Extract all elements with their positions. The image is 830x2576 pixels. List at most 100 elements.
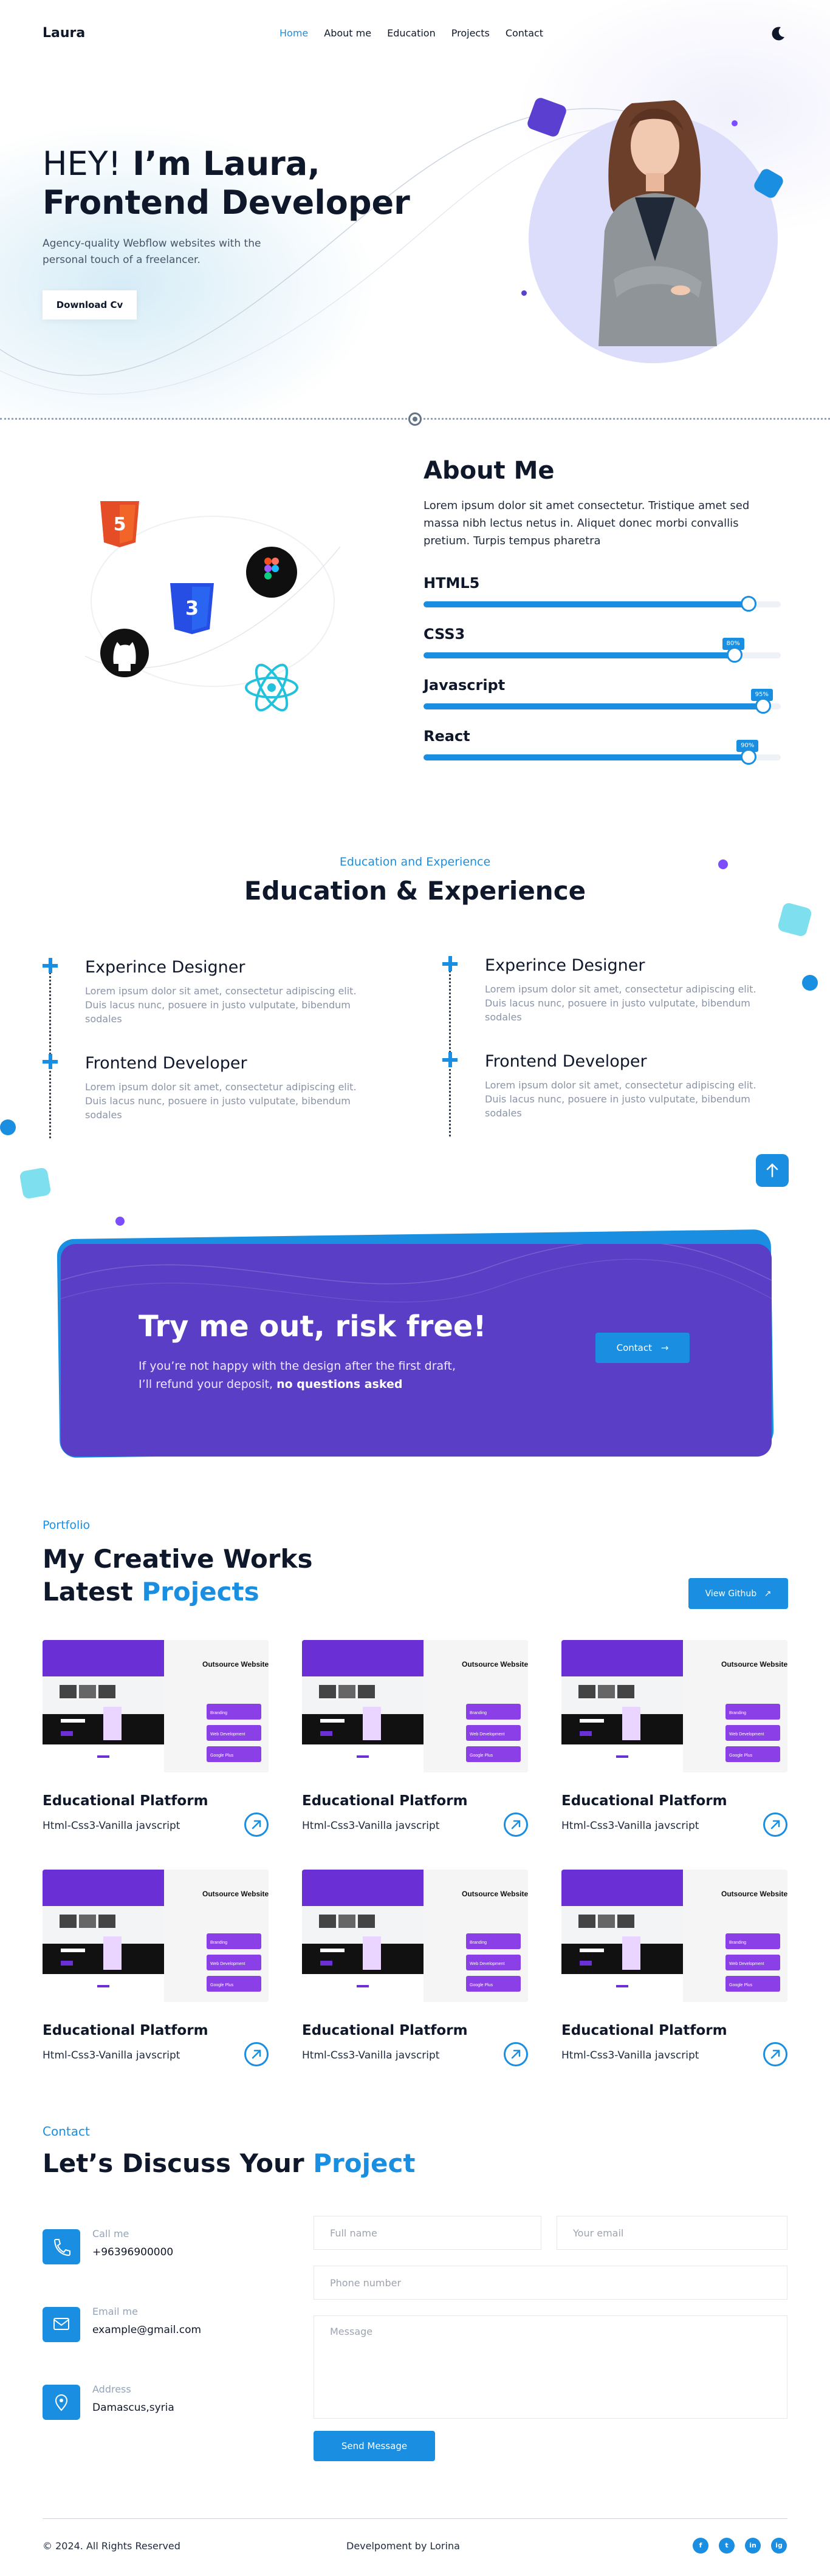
skill-fill — [424, 601, 749, 607]
contact-title: Let’s Discuss Your Project — [43, 2148, 415, 2178]
plus-icon — [442, 1052, 458, 1067]
project-thumbnail[interactable]: Outsource Website Branding Web Developme… — [43, 1870, 269, 2002]
education-item-text: Lorem ipsum dolor sit amet, consectetur … — [85, 985, 357, 1025]
preview-tag: Web Development — [210, 1962, 245, 1966]
nav-link-about[interactable]: About me — [324, 27, 371, 39]
footer-divider — [43, 2518, 787, 2519]
about-text: Lorem ipsum dolor sit amet consectetur. … — [424, 499, 750, 547]
decor-dot — [718, 859, 728, 869]
project-link-button[interactable] — [763, 2042, 787, 2066]
preview-tag: Google Plus — [210, 1754, 234, 1758]
view-github-label: View Github — [705, 1588, 757, 1599]
preview-heading: Outsource Website — [721, 1890, 787, 1898]
project-thumbnail[interactable]: Outsource Website Branding Web Developme… — [302, 1640, 528, 1772]
nav-link-projects[interactable]: Projects — [451, 27, 490, 39]
twitter-icon[interactable]: t — [719, 2538, 735, 2554]
arrow-up-right-icon — [252, 1820, 261, 1830]
project-tech: Html-Css3-Vanilla javscript — [302, 2049, 440, 2062]
html5-icon: 5 — [100, 501, 139, 547]
preview-heading: Outsource Website — [721, 1660, 787, 1669]
contact-label: Call me — [92, 2228, 129, 2239]
skill-track: 95% — [424, 689, 781, 714]
education-column-right: Experince Designer Lorem ipsum dolor sit… — [442, 956, 758, 1148]
preview-tag: Branding — [210, 1941, 227, 1945]
facebook-icon[interactable]: f — [693, 2538, 708, 2554]
project-title: Educational Platform — [561, 2023, 727, 2038]
preview-tag: Google Plus — [729, 1983, 753, 1987]
download-cv-button[interactable]: Download Cv — [43, 290, 137, 319]
project-card[interactable]: Outsource Website Branding Web Developme… — [561, 1640, 787, 1840]
project-thumbnail[interactable]: Outsource Website Branding Web Developme… — [561, 1870, 787, 2002]
logo[interactable]: Laura — [43, 26, 85, 41]
preview-heading: Outsource Website — [462, 1890, 528, 1898]
decor-square — [777, 901, 813, 938]
instagram-icon[interactable]: ig — [771, 2538, 787, 2554]
skill-handle[interactable] — [726, 647, 743, 663]
preview-tag: Web Development — [729, 1732, 764, 1737]
phone-input[interactable] — [314, 2266, 787, 2300]
project-link-button[interactable] — [244, 1812, 269, 1837]
project-link-button[interactable] — [244, 2042, 269, 2066]
education-kicker: Education and Experience — [339, 855, 491, 869]
project-preview-image: Outsource Website Branding Web Developme… — [43, 1870, 269, 2002]
preview-tag: Web Development — [729, 1962, 764, 1966]
nav-link-contact[interactable]: Contact — [506, 27, 543, 39]
cta-text-line2: I’ll refund your deposit, — [139, 1378, 277, 1391]
linkedin-icon[interactable]: in — [745, 2538, 761, 2554]
project-thumbnail[interactable]: Outsource Website Branding Web Developme… — [561, 1640, 787, 1772]
portfolio-kicker: Portfolio — [43, 1519, 91, 1532]
contact-button[interactable]: Contact → — [595, 1333, 690, 1363]
project-thumbnail[interactable]: Outsource Website Branding Web Developme… — [302, 1870, 528, 2002]
contact-value[interactable]: +96396900000 — [92, 2246, 173, 2258]
preview-tag: Google Plus — [470, 1983, 493, 1987]
preview-tag: Branding — [210, 1711, 227, 1715]
project-card[interactable]: Outsource Website Branding Web Developme… — [302, 1640, 528, 1840]
project-card[interactable]: Outsource Website Branding Web Developme… — [302, 1870, 528, 2070]
project-title: Educational Platform — [43, 2023, 208, 2038]
view-github-button[interactable]: View Github ↗ — [688, 1578, 788, 1609]
project-card[interactable]: Outsource Website Branding Web Developme… — [43, 1640, 269, 1840]
nav-link-education[interactable]: Education — [387, 27, 436, 39]
project-link-button[interactable] — [763, 1812, 787, 1837]
svg-text:3: 3 — [185, 596, 199, 620]
contact-button-label: Contact — [616, 1342, 652, 1353]
project-thumbnail[interactable]: Outsource Website Branding Web Developme… — [43, 1640, 269, 1772]
contact-title-accent: Project — [313, 2148, 416, 2178]
message-textarea[interactable] — [314, 2315, 787, 2419]
portfolio-title-line1: My Creative Works — [43, 1544, 313, 1574]
project-title: Educational Platform — [43, 1793, 208, 1809]
cta-text-emphasis: no questions asked — [276, 1378, 403, 1391]
send-message-button[interactable]: Send Message — [314, 2431, 435, 2461]
hero-greeting: HEY! — [43, 145, 122, 183]
arrow-up-icon — [766, 1163, 778, 1178]
project-link-button[interactable] — [504, 1812, 528, 1837]
project-tech: Html-Css3-Vanilla javscript — [561, 2049, 699, 2062]
contact-kicker: Contact — [43, 2124, 90, 2139]
page: Laura Home About me Education Projects C… — [0, 0, 830, 2576]
project-link-button[interactable] — [504, 2042, 528, 2066]
skill-handle[interactable] — [755, 698, 771, 714]
moon-icon[interactable] — [770, 26, 786, 41]
tech-icons-illustration: 5 3 — [84, 501, 341, 712]
preview-tag: Web Development — [470, 1732, 505, 1737]
preview-tag: Web Development — [470, 1962, 505, 1966]
nav-link-home[interactable]: Home — [280, 27, 308, 39]
hero-title: HEY! I’m Laura, Frontend Developer — [43, 145, 410, 222]
project-card[interactable]: Outsource Website Branding Web Developme… — [43, 1870, 269, 2070]
contact-label: Email me — [92, 2306, 138, 2317]
skill-handle[interactable] — [741, 749, 757, 765]
project-card[interactable]: Outsource Website Branding Web Developme… — [561, 1870, 787, 2070]
education-item-title: Frontend Developer — [85, 1054, 247, 1073]
email-input[interactable] — [557, 2216, 787, 2250]
skill-handle[interactable] — [741, 596, 757, 612]
cta-text-line1: If you’re not happy with the design afte… — [139, 1359, 456, 1373]
cta-title: Try me out, risk free! — [139, 1310, 487, 1344]
contact-value[interactable]: example@gmail.com — [92, 2324, 201, 2336]
decor-square — [19, 1167, 52, 1200]
education-item: Experince Designer Lorem ipsum dolor sit… — [43, 958, 358, 1054]
footer-copyright: © 2024. All Rights Reserved — [43, 2540, 180, 2552]
education-item: Frontend Developer Lorem ipsum dolor sit… — [43, 1054, 358, 1150]
full-name-input[interactable] — [314, 2216, 541, 2250]
scroll-to-top-button[interactable] — [756, 1154, 789, 1187]
education-item-text: Lorem ipsum dolor sit amet, consectetur … — [485, 1079, 756, 1119]
